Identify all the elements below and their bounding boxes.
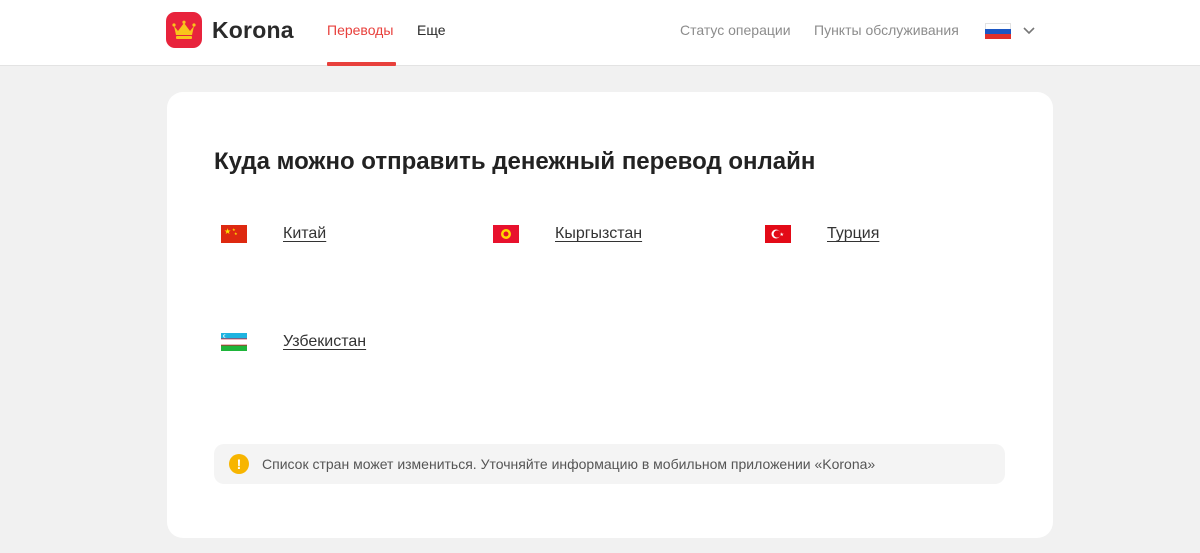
destinations-card: Куда можно отправить денежный перевод он… [167,92,1053,538]
notice-text: Список стран может измениться. Уточняйте… [262,456,876,472]
svg-text:★: ★ [224,227,231,236]
service-points-link[interactable]: Пункты обслуживания [814,0,959,60]
svg-text:★: ★ [780,232,785,238]
nav-transfers[interactable]: Переводы [327,0,393,66]
svg-text:★: ★ [234,231,238,236]
exclamation-icon: ! [229,454,249,474]
language-selector[interactable] [985,22,1035,40]
country-link-turkey[interactable]: Турция [827,225,879,243]
logo-text: Korona [212,16,294,43]
chevron-down-icon [1023,27,1035,35]
china-flag-icon: ★ ★ ★ [221,225,247,243]
kyrgyzstan-flag-icon [493,225,519,243]
uzbekistan-flag-icon [221,333,247,351]
country-link-uzbekistan[interactable]: Узбекистан [283,333,366,351]
logo-link[interactable]: Korona [166,12,294,48]
country-link-kyrgyzstan[interactable]: Кыргызстан [555,225,642,243]
nav-more[interactable]: Еще [417,0,446,66]
ru-flag-icon [985,23,1011,39]
top-header: Korona Переводы Еще Статус операции Пунк… [0,0,1200,66]
info-notice: ! Список стран может измениться. Уточняй… [214,444,1005,484]
operation-status-link[interactable]: Статус операции [680,0,791,60]
page-title: Куда можно отправить денежный перевод он… [214,148,816,175]
crown-logo-icon [166,12,202,48]
country-item-kyrgyzstan: Кыргызстан [493,224,642,244]
country-item-china: ★ ★ ★ Китай [221,224,326,244]
country-link-china[interactable]: Китай [283,225,326,243]
turkey-flag-icon: ★ [765,225,791,243]
nav-active-indicator [327,62,396,66]
country-item-turkey: ★ Турция [765,224,879,244]
country-item-uzbekistan: Узбекистан [221,332,366,352]
